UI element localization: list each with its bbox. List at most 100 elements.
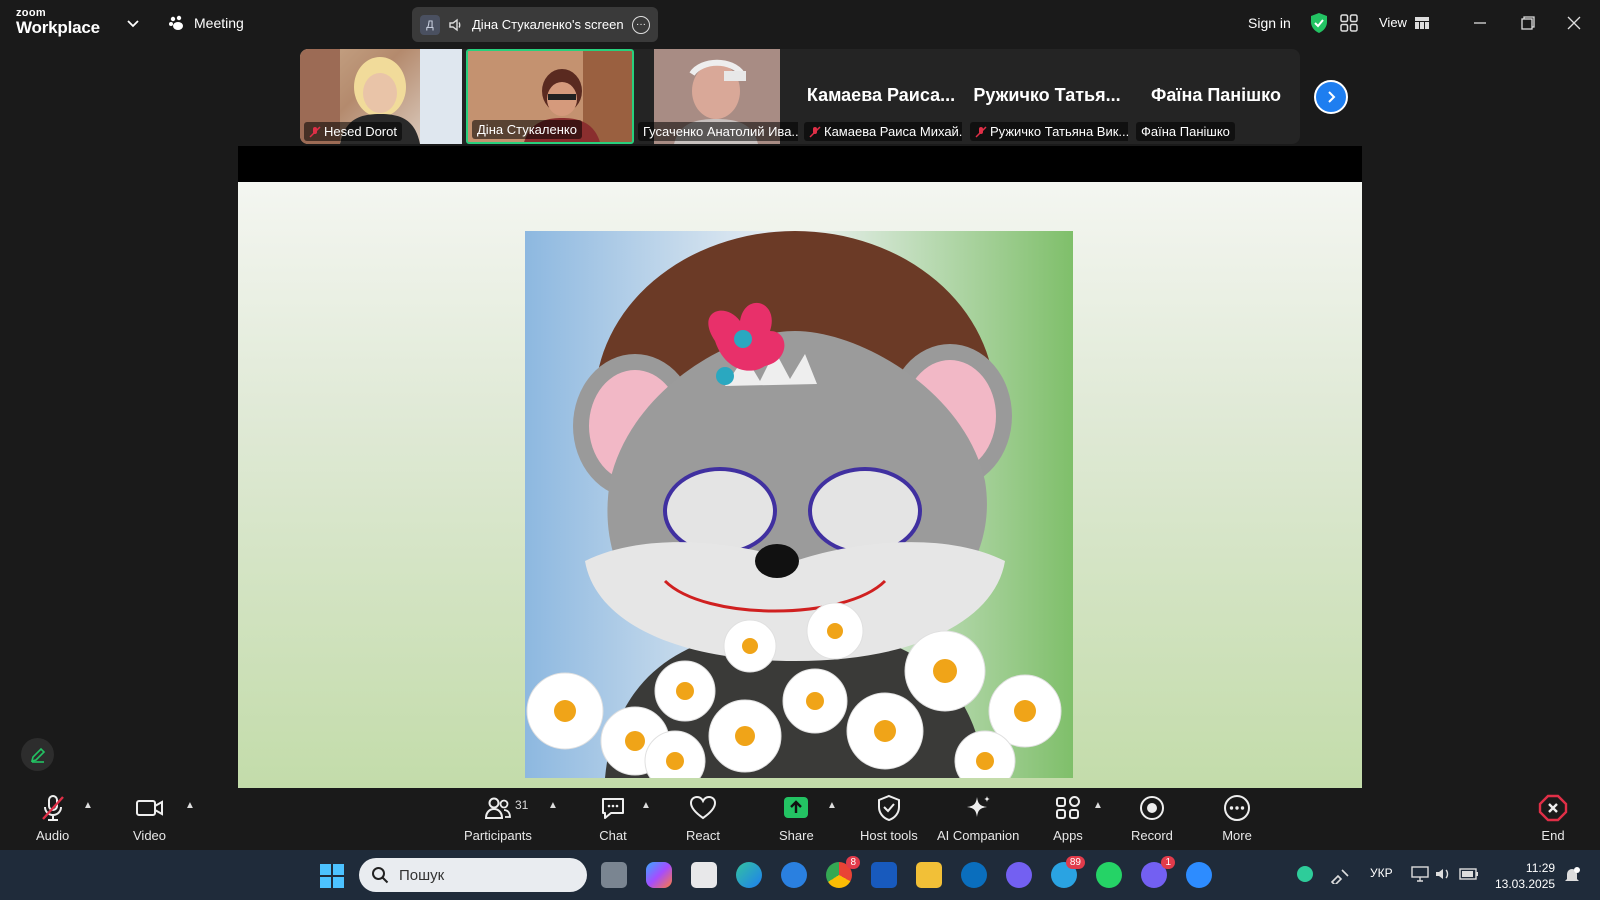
apps-options-caret-icon[interactable]: ▲: [1093, 800, 1103, 811]
chat-button[interactable]: Chat: [598, 794, 628, 843]
record-icon: [1139, 796, 1164, 820]
title-bar: zoom Workplace Meeting Д Діна Стукаленко…: [0, 0, 1600, 47]
zoom-window: zoom Workplace Meeting Д Діна Стукаленко…: [0, 0, 1600, 900]
volume-icon[interactable]: [1434, 866, 1452, 882]
participant-strip: Hesed Dorot Діна Стукаленко Гусаченко Ан…: [300, 49, 1300, 144]
system-clock[interactable]: 11:29 13.03.2025: [1495, 860, 1555, 892]
app-icon[interactable]: [781, 862, 807, 888]
participant-name: Камаева Раиса Михай...: [804, 122, 962, 141]
close-button[interactable]: [1563, 12, 1585, 34]
telegram-icon[interactable]: 89: [1051, 856, 1085, 888]
record-button[interactable]: Record: [1131, 794, 1173, 843]
whatsapp-icon[interactable]: [1096, 862, 1122, 888]
restore-button[interactable]: [1517, 12, 1539, 34]
more-options-icon[interactable]: ···: [632, 15, 650, 34]
view-layout-icon: [1414, 16, 1429, 29]
host-tools-button[interactable]: Host tools: [860, 794, 918, 843]
next-page-button[interactable]: [1314, 80, 1348, 114]
mic-muted-icon: [41, 795, 64, 821]
pen-tray-icon[interactable]: [1330, 866, 1352, 884]
viber-icon[interactable]: 1: [1141, 856, 1175, 888]
audio-options-caret-icon[interactable]: ▲: [83, 800, 93, 811]
restore-icon: [1521, 16, 1535, 30]
shared-image: [525, 231, 1073, 778]
mic-muted-icon: [809, 125, 821, 138]
close-icon: [1567, 16, 1581, 30]
clock-time: 11:29: [1525, 861, 1556, 875]
windows-start-icon[interactable]: [320, 864, 344, 888]
participant-name: Ружичко Татьяна Вик...: [970, 122, 1128, 141]
end-x-icon: [1538, 794, 1568, 822]
network-icon[interactable]: [1411, 866, 1429, 882]
participant-display-name: Ружичко Татья...: [973, 85, 1121, 105]
taskbar-search-box[interactable]: Пошук: [359, 858, 587, 892]
speaker-icon: [449, 18, 461, 31]
edge-browser-icon[interactable]: [736, 862, 762, 888]
news-app-icon[interactable]: [691, 862, 717, 888]
video-button[interactable]: Video: [133, 794, 166, 843]
audio-button[interactable]: Audio: [36, 794, 69, 843]
video-tile-no-video[interactable]: Ружичко Татья... Ружичко Татьяна Вик...: [966, 49, 1128, 144]
zoom-app-icon[interactable]: [1186, 862, 1212, 888]
telegram-badge: 89: [1065, 856, 1085, 869]
annotate-button[interactable]: [21, 738, 54, 771]
more-dots-icon: [1224, 795, 1250, 821]
word-icon[interactable]: [871, 862, 897, 888]
meeting-toolbar: Audio ▲ Video ▲ Participants 31 ▲ Chat ▲…: [0, 788, 1600, 850]
clock-date: 13.03.2025: [1495, 877, 1556, 891]
task-view-icon[interactable]: [601, 862, 627, 888]
sign-in-link[interactable]: Sign in: [1248, 15, 1291, 31]
video-camera-icon: [135, 800, 163, 816]
copilot-icon[interactable]: [646, 862, 672, 888]
view-menu[interactable]: View: [1379, 15, 1429, 30]
dell-icon[interactable]: [961, 862, 987, 888]
file-explorer-icon[interactable]: [916, 862, 942, 888]
apps-icon: [1056, 796, 1080, 819]
viber-badge: 1: [1161, 856, 1175, 869]
video-tile-no-video[interactable]: Камаева Раиса... Камаева Раиса Михай...: [800, 49, 962, 144]
view-label: View: [1379, 15, 1407, 30]
end-meeting-button[interactable]: End: [1538, 794, 1568, 843]
apps-button[interactable]: Apps: [1053, 794, 1083, 843]
sharing-label: Діна Стукаленко's screen: [472, 17, 624, 32]
meeting-label: Meeting: [194, 15, 244, 31]
meeting-menu[interactable]: Meeting: [168, 14, 244, 32]
more-button[interactable]: More: [1222, 794, 1252, 843]
video-options-caret-icon[interactable]: ▲: [185, 800, 195, 811]
screen-share-indicator[interactable]: Д Діна Стукаленко's screen ···: [412, 7, 658, 42]
security-shield-icon[interactable]: [1309, 12, 1329, 34]
video-tile-active-speaker[interactable]: Діна Стукаленко: [466, 49, 634, 144]
participants-count: 31: [515, 798, 529, 812]
chevron-down-icon[interactable]: [124, 14, 142, 32]
chevron-right-icon: [1328, 91, 1336, 103]
minimize-button[interactable]: [1469, 12, 1491, 34]
shared-screen-content: [238, 182, 1362, 788]
heart-icon: [689, 795, 716, 820]
video-tile[interactable]: Hesed Dorot: [300, 49, 462, 144]
shared-screen-top-bar: [238, 146, 1362, 182]
video-tile[interactable]: Гусаченко Анатолий Ива...: [638, 49, 798, 144]
zoom-logo[interactable]: zoom Workplace: [16, 8, 100, 37]
chrome-badge: 8: [846, 856, 860, 869]
minimize-icon: [1474, 22, 1486, 24]
logo-big-text: Workplace: [16, 18, 100, 37]
language-indicator[interactable]: УКР: [1370, 866, 1393, 880]
participant-name: Гусаченко Анатолий Ива...: [638, 122, 798, 141]
notifications-bell-icon[interactable]: [1563, 866, 1581, 884]
host-shield-icon: [877, 794, 900, 822]
video-tile-no-video[interactable]: Фаїна Панішко Фаїна Панішко: [1132, 49, 1300, 144]
mic-muted-icon: [975, 125, 987, 138]
chrome-browser-icon[interactable]: 8: [826, 856, 860, 888]
participant-name: Діна Стукаленко: [472, 120, 582, 139]
gallery-grid-icon[interactable]: [1340, 14, 1358, 32]
tray-app-icon[interactable]: [1297, 866, 1313, 882]
participants-icon: [484, 797, 511, 819]
participants-options-caret-icon[interactable]: ▲: [548, 800, 558, 811]
share-options-caret-icon[interactable]: ▲: [827, 800, 837, 811]
viber-icon[interactable]: [1006, 862, 1032, 888]
react-button[interactable]: React: [686, 794, 720, 843]
battery-icon[interactable]: [1459, 867, 1479, 881]
ai-companion-button[interactable]: AI Companion: [937, 794, 1019, 843]
share-button[interactable]: Share: [779, 794, 814, 843]
chat-options-caret-icon[interactable]: ▲: [641, 800, 651, 811]
